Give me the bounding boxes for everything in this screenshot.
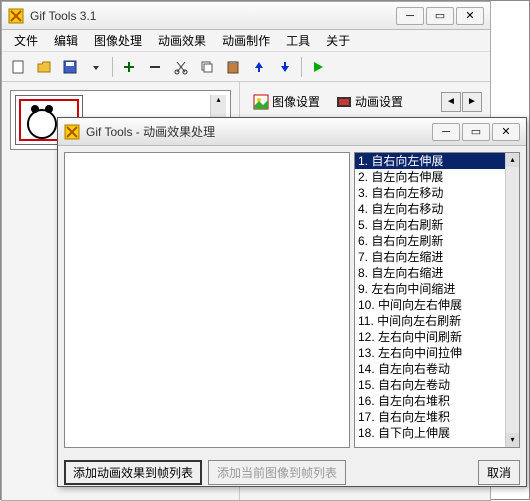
effect-item[interactable]: 5. 自左向右刷新 [355, 217, 505, 233]
effect-item[interactable]: 15. 自右向左卷动 [355, 377, 505, 393]
paste-button[interactable] [221, 55, 245, 79]
effect-list-scrollbar[interactable] [505, 153, 519, 447]
up-arrow-button[interactable] [247, 55, 271, 79]
copy-button[interactable] [195, 55, 219, 79]
save-button[interactable] [58, 55, 82, 79]
dialog-icon [64, 124, 80, 140]
menu-file[interactable]: 文件 [6, 30, 46, 51]
anim-settings-label: 动画设置 [355, 93, 403, 110]
toolbar [2, 52, 490, 82]
main-title: Gif Tools 3.1 [30, 9, 96, 23]
dialog-buttons: 添加动画效果到帧列表 添加当前图像到帧列表 取消 [58, 454, 526, 491]
effect-item[interactable]: 8. 自左向右缩进 [355, 265, 505, 281]
effect-item[interactable]: 11. 中间向左右刷新 [355, 313, 505, 329]
dialog-title: Gif Tools - 动画效果处理 [86, 123, 215, 140]
dialog-close-button[interactable]: ✕ [492, 123, 520, 141]
dialog-titlebar: Gif Tools - 动画效果处理 ─ ▭ ✕ [58, 118, 526, 146]
effect-item[interactable]: 14. 自左向右卷动 [355, 361, 505, 377]
separator [301, 57, 302, 77]
effect-item[interactable]: 7. 自右向左缩进 [355, 249, 505, 265]
menu-anim-effect[interactable]: 动画效果 [150, 30, 214, 51]
effect-item[interactable]: 16. 自左向右堆积 [355, 393, 505, 409]
menu-anim-make[interactable]: 动画制作 [214, 30, 278, 51]
effect-list[interactable]: 1. 自右向左伸展 2. 自左向右伸展 3. 自右向左移动 4. 自左向右移动 … [354, 152, 520, 448]
dialog-minimize-button[interactable]: ─ [432, 123, 460, 141]
effect-item[interactable]: 2. 自左向右伸展 [355, 169, 505, 185]
image-settings-icon [253, 94, 269, 110]
effect-item[interactable]: 17. 自右向左堆积 [355, 409, 505, 425]
menu-edit[interactable]: 编辑 [46, 30, 86, 51]
maximize-button[interactable]: ▭ [426, 7, 454, 25]
image-settings-tab[interactable]: 图像设置 [248, 90, 325, 113]
separator [112, 57, 113, 77]
effect-item[interactable]: 12. 左右向中间刷新 [355, 329, 505, 345]
play-button[interactable] [306, 55, 330, 79]
effect-item[interactable]: 4. 自左向右移动 [355, 201, 505, 217]
image-settings-label: 图像设置 [272, 93, 320, 110]
add-button[interactable] [117, 55, 141, 79]
dialog-maximize-button[interactable]: ▭ [462, 123, 490, 141]
effect-item[interactable]: 1. 自右向左伸展 [355, 153, 505, 169]
menubar: 文件 编辑 图像处理 动画效果 动画制作 工具 关于 [2, 30, 490, 52]
main-titlebar: Gif Tools 3.1 ─ ▭ ✕ [2, 2, 490, 30]
settings-tabs: 图像设置 动画设置 ◄ ► [244, 86, 486, 118]
menu-image[interactable]: 图像处理 [86, 30, 150, 51]
cancel-button[interactable]: 取消 [478, 460, 520, 485]
effect-item[interactable]: 18. 自下向上伸展 [355, 425, 505, 441]
effect-item[interactable]: 10. 中间向左右伸展 [355, 297, 505, 313]
effect-dialog: Gif Tools - 动画效果处理 ─ ▭ ✕ 1. 自右向左伸展 2. 自左… [57, 117, 527, 487]
down-arrow-button[interactable] [273, 55, 297, 79]
new-button[interactable] [6, 55, 30, 79]
effect-item[interactable]: 3. 自右向左移动 [355, 185, 505, 201]
close-button[interactable]: ✕ [456, 7, 484, 25]
minimize-button[interactable]: ─ [396, 7, 424, 25]
add-current-button[interactable]: 添加当前图像到帧列表 [208, 460, 346, 485]
cut-button[interactable] [169, 55, 193, 79]
anim-settings-tab[interactable]: 动画设置 [331, 90, 408, 113]
app-icon [8, 8, 24, 24]
menu-tools[interactable]: 工具 [278, 30, 318, 51]
open-button[interactable] [32, 55, 56, 79]
save-dropdown[interactable] [84, 55, 108, 79]
effect-preview [64, 152, 350, 448]
anim-settings-icon [336, 94, 352, 110]
menu-about[interactable]: 关于 [318, 30, 358, 51]
add-effect-button[interactable]: 添加动画效果到帧列表 [64, 460, 202, 485]
nav-next-button[interactable]: ► [462, 92, 482, 112]
dialog-body: 1. 自右向左伸展 2. 自左向右伸展 3. 自右向左移动 4. 自左向右移动 … [58, 146, 526, 454]
nav-prev-button[interactable]: ◄ [441, 92, 461, 112]
remove-button[interactable] [143, 55, 167, 79]
effect-item[interactable]: 9. 左右向中间缩进 [355, 281, 505, 297]
effect-item[interactable]: 13. 左右向中间拉伸 [355, 345, 505, 361]
effect-item[interactable]: 6. 自右向左刷新 [355, 233, 505, 249]
